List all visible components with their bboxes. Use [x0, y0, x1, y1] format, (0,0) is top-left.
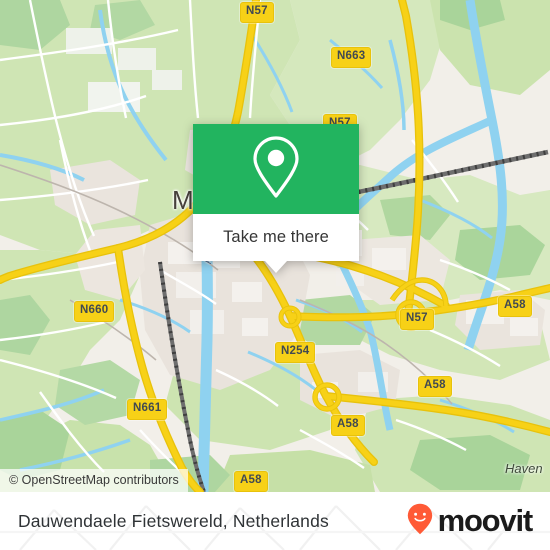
map-attribution[interactable]: © OpenStreetMap contributors	[0, 469, 188, 492]
location-popup-card[interactable]: Take me there	[193, 124, 359, 273]
moovit-smiley-pin-icon	[407, 503, 433, 540]
road-shield[interactable]: A58	[498, 296, 532, 317]
area-label-haven: Haven	[505, 461, 543, 476]
take-me-there-button[interactable]: Take me there	[193, 214, 359, 261]
road-shield[interactable]: N254	[275, 342, 316, 363]
moovit-brand[interactable]: moovit	[407, 492, 534, 550]
popup-pointer-tail	[265, 261, 287, 273]
road-shield[interactable]: N663	[331, 47, 372, 68]
road-shield[interactable]: A58	[234, 471, 268, 492]
road-shield[interactable]: A58	[418, 376, 452, 397]
road-shield[interactable]: A58	[331, 415, 365, 436]
place-label-city: M	[172, 185, 195, 215]
road-shield[interactable]: N660	[74, 301, 115, 322]
map-pin-icon	[249, 134, 303, 205]
moovit-wordmark: moovit	[437, 502, 534, 538]
road-shield[interactable]: N57	[400, 309, 434, 330]
location-title: Dauwendaele Fietswereld, Netherlands	[18, 510, 329, 531]
road-shield[interactable]: N57	[240, 2, 274, 23]
road-shield[interactable]: N661	[127, 399, 168, 420]
bottom-bar: Dauwendaele Fietswereld, Netherlands moo…	[0, 492, 550, 550]
moovit-map-screen: M Kan Haven N57 N663 N57 N660 N57 A58 N2…	[0, 0, 550, 550]
popup-header	[193, 124, 359, 214]
